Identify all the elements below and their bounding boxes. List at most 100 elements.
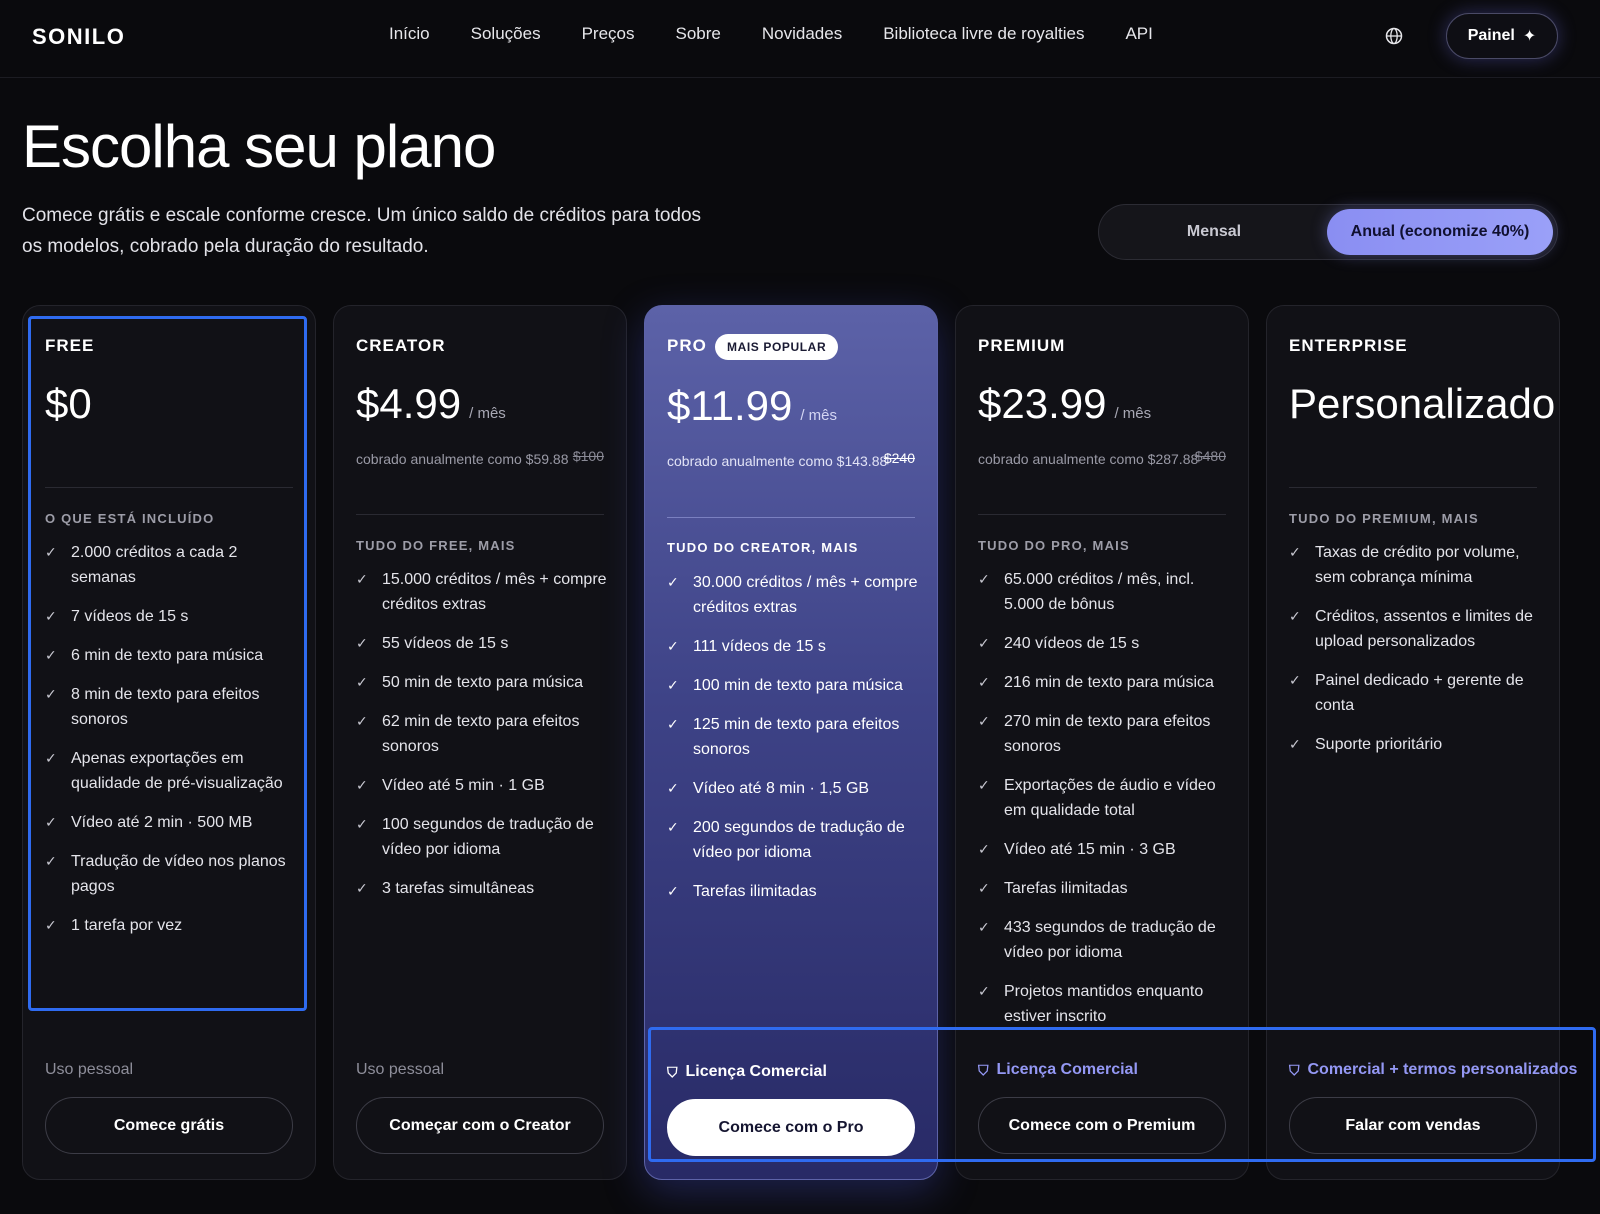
nav-link-inicio[interactable]: Início bbox=[389, 24, 430, 44]
original-price: $240 bbox=[883, 450, 915, 466]
dashboard-button[interactable]: Painel ✦ bbox=[1446, 13, 1558, 59]
start-pro-button[interactable]: Comece com o Pro bbox=[667, 1099, 915, 1156]
feature-item: ✓ 3 tarefas simultâneas bbox=[356, 876, 608, 901]
feature-item: ✓ 1 tarefa por vez bbox=[45, 913, 297, 938]
check-icon: ✓ bbox=[667, 677, 679, 693]
check-icon: ✓ bbox=[45, 608, 57, 624]
plan-price: $11.99 / mês bbox=[667, 382, 837, 430]
start-premium-button[interactable]: Comece com o Premium bbox=[978, 1097, 1226, 1154]
feature-text: 65.000 créditos / mês, incl. 5.000 de bô… bbox=[1004, 571, 1195, 613]
divider bbox=[356, 514, 604, 515]
check-icon: ✓ bbox=[1289, 736, 1301, 752]
feature-text: Vídeo até 8 min · 1,5 GB bbox=[693, 780, 870, 797]
start-free-button[interactable]: Comece grátis bbox=[45, 1097, 293, 1154]
feature-text: 125 min de texto para efeitos sonoros bbox=[693, 716, 900, 758]
feature-text: 30.000 créditos / mês + compre créditos … bbox=[693, 574, 918, 616]
nav-link-precos[interactable]: Preços bbox=[582, 24, 635, 44]
price-amount: $4.99 bbox=[356, 380, 462, 427]
check-icon: ✓ bbox=[978, 635, 990, 651]
check-icon: ✓ bbox=[667, 883, 679, 899]
feature-text: 7 vídeos de 15 s bbox=[71, 608, 189, 625]
shield-check-icon: ⛉ bbox=[978, 1061, 989, 1078]
feature-text: 100 segundos de tradução de vídeo por id… bbox=[382, 816, 594, 858]
feature-item: ✓ Apenas exportações em qualidade de pré-… bbox=[45, 746, 297, 796]
check-icon: ✓ bbox=[45, 853, 57, 869]
feature-item: ✓ 15.000 créditos / mês + compre créditos… bbox=[356, 567, 608, 617]
check-icon: ✓ bbox=[1289, 544, 1301, 560]
start-creator-button[interactable]: Começar com o Creator bbox=[356, 1097, 604, 1154]
divider bbox=[978, 514, 1226, 515]
contact-sales-button[interactable]: Falar com vendas bbox=[1289, 1097, 1537, 1154]
feature-item: ✓ 65.000 créditos / mês, incl. 5.000 de b… bbox=[978, 567, 1230, 617]
included-heading: O QUE ESTÁ INCLUÍDO bbox=[45, 511, 215, 526]
nav-link-solucoes[interactable]: Soluções bbox=[471, 24, 541, 44]
nav-link-novidades[interactable]: Novidades bbox=[762, 24, 842, 44]
sparkle-icon: ✦ bbox=[1522, 28, 1537, 45]
license-label: ⛉ Licença Comercial bbox=[978, 1061, 1138, 1079]
check-icon: ✓ bbox=[356, 635, 368, 651]
nav-link-biblioteca[interactable]: Biblioteca livre de royalties bbox=[883, 24, 1084, 44]
plan-card-free: FREE $0 O QUE ESTÁ INCLUÍDO ✓ 2.000 crédi… bbox=[22, 305, 316, 1180]
divider bbox=[1289, 487, 1537, 488]
globe-icon[interactable] bbox=[1384, 26, 1404, 46]
nav-link-api[interactable]: API bbox=[1125, 24, 1152, 44]
feature-text: 50 min de texto para música bbox=[382, 674, 583, 691]
check-icon: ✓ bbox=[1289, 672, 1301, 688]
feature-item: ✓ Projetos mantidos enquanto estiver insc… bbox=[978, 979, 1230, 1029]
license-text: Licença Comercial bbox=[996, 1061, 1138, 1078]
original-price: $480 bbox=[1194, 448, 1226, 464]
plan-name: PRO bbox=[667, 336, 707, 355]
feature-item: ✓ 125 min de texto para efeitos sonoros bbox=[667, 712, 919, 762]
check-icon: ✓ bbox=[667, 819, 679, 835]
feature-item: ✓ Vídeo até 8 min · 1,5 GB bbox=[667, 776, 919, 801]
license-text: Licença Comercial bbox=[685, 1063, 827, 1080]
check-icon: ✓ bbox=[356, 713, 368, 729]
feature-item: ✓ 8 min de texto para efeitos sonoros bbox=[45, 682, 297, 732]
feature-text: 8 min de texto para efeitos sonoros bbox=[71, 686, 260, 728]
nav-link-sobre[interactable]: Sobre bbox=[676, 24, 721, 44]
feature-text: Vídeo até 15 min · 3 GB bbox=[1004, 841, 1176, 858]
feature-item: ✓ 30.000 créditos / mês + compre créditos… bbox=[667, 570, 919, 620]
plan-card-pro: PRO MAIS POPULAR $11.99 / mês cobrado an… bbox=[644, 305, 938, 1180]
plan-card-creator: CREATOR $4.99 / mês cobrado anualmente c… bbox=[333, 305, 627, 1180]
plan-name: ENTERPRISE bbox=[1289, 336, 1408, 355]
billing-monthly-option[interactable]: Mensal bbox=[1099, 205, 1329, 259]
plan-name: CREATOR bbox=[356, 336, 446, 355]
billed-annually-note: cobrado anualmente como $143.88 bbox=[667, 453, 888, 469]
feature-text: 1 tarefa por vez bbox=[71, 917, 183, 934]
price-amount: $23.99 bbox=[978, 380, 1107, 427]
feature-item: ✓ Tradução de vídeo nos planos pagos bbox=[45, 849, 297, 899]
feature-item: ✓ Vídeo até 5 min · 1 GB bbox=[356, 773, 608, 798]
feature-text: Tarefas ilimitadas bbox=[1004, 880, 1128, 897]
feature-list: ✓ Taxas de crédito por volume, sem cobran… bbox=[1289, 540, 1541, 771]
feature-item: ✓ Tarefas ilimitadas bbox=[978, 876, 1230, 901]
shield-check-icon: ⛉ bbox=[1289, 1061, 1300, 1078]
feature-text: Painel dedicado + gerente de conta bbox=[1315, 672, 1524, 714]
check-icon: ✓ bbox=[356, 880, 368, 896]
feature-item: ✓ 433 segundos de tradução de vídeo por i… bbox=[978, 915, 1230, 965]
feature-text: 270 min de texto para efeitos sonoros bbox=[1004, 713, 1211, 755]
feature-text: Tarefas ilimitadas bbox=[693, 883, 817, 900]
price-period: / mês bbox=[800, 407, 838, 424]
billing-annual-option[interactable]: Anual (economize 40%) bbox=[1327, 209, 1553, 255]
check-icon: ✓ bbox=[978, 777, 990, 793]
top-nav: SONILO Início Soluções Preços Sobre Novi… bbox=[0, 0, 1600, 78]
feature-text: Taxas de crédito por volume, sem cobranç… bbox=[1315, 544, 1520, 586]
feature-text: 433 segundos de tradução de vídeo por id… bbox=[1004, 919, 1216, 961]
plan-name: FREE bbox=[45, 336, 95, 355]
feature-list: ✓ 65.000 créditos / mês, incl. 5.000 de b… bbox=[978, 567, 1230, 1043]
price-period: / mês bbox=[469, 405, 506, 422]
feature-item: ✓ Suporte prioritário bbox=[1289, 732, 1541, 757]
check-icon: ✓ bbox=[356, 816, 368, 832]
feature-item: ✓ 7 vídeos de 15 s bbox=[45, 604, 297, 629]
feature-item: ✓ 111 vídeos de 15 s bbox=[667, 634, 919, 659]
logo[interactable]: SONILO bbox=[32, 24, 125, 50]
feature-item: ✓ Vídeo até 2 min · 500 MB bbox=[45, 810, 297, 835]
feature-text: Projetos mantidos enquanto estiver inscr… bbox=[1004, 983, 1204, 1025]
feature-item: ✓ Exportações de áudio e vídeo em qualida… bbox=[978, 773, 1230, 823]
plan-name: PREMIUM bbox=[978, 336, 1066, 355]
feature-text: 3 tarefas simultâneas bbox=[382, 880, 535, 897]
included-heading: TUDO DO FREE, MAIS bbox=[356, 538, 516, 553]
usage-text: Uso pessoal bbox=[356, 1061, 445, 1078]
feature-item: ✓ 216 min de texto para música bbox=[978, 670, 1230, 695]
